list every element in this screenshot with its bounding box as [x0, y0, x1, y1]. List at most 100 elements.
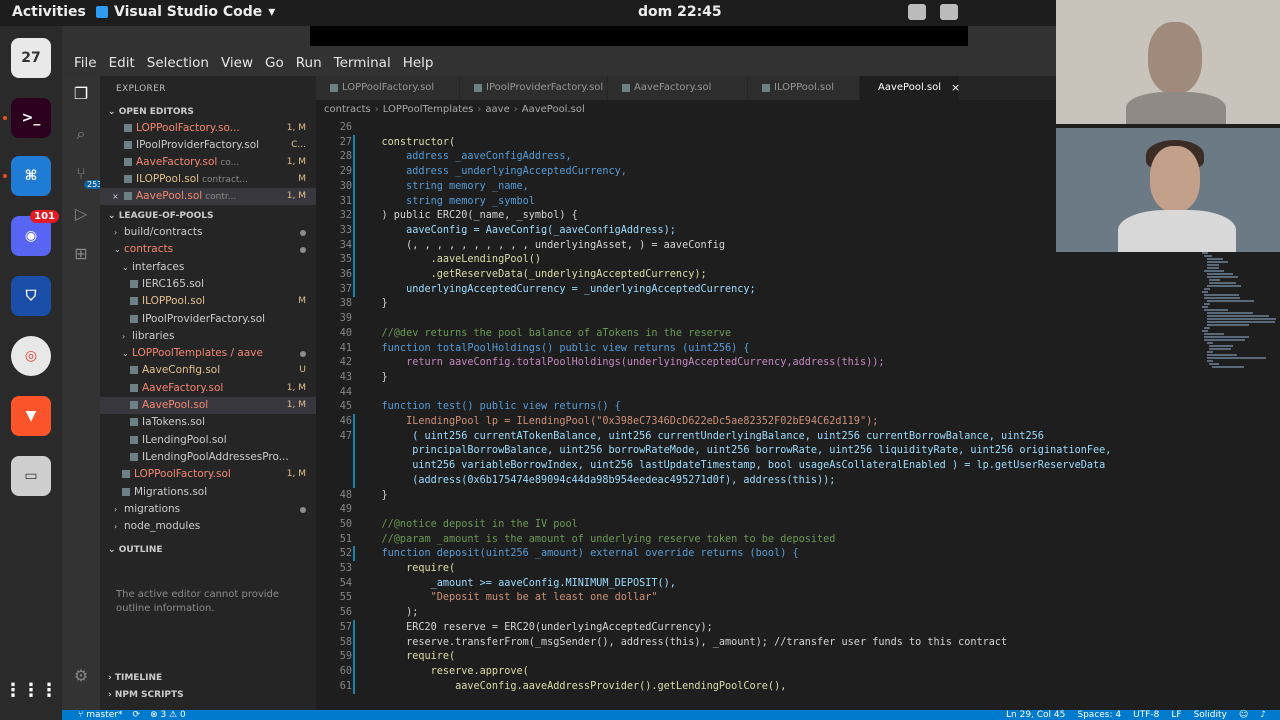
open-editor-item[interactable]: × AavePool.sol contr... 1, M: [100, 188, 316, 205]
breadcrumb-item[interactable]: AavePool.sol: [522, 104, 585, 115]
menu-view[interactable]: View: [215, 55, 259, 71]
discord-tray-icon[interactable]: [940, 4, 958, 20]
tree-item[interactable]: AaveFactory.sol 1, M: [100, 380, 316, 397]
line-number: 57: [339, 621, 352, 633]
breadcrumb-item[interactable]: LOPPoolTemplates: [383, 104, 474, 115]
sync-icon[interactable]: ⟳: [133, 710, 141, 720]
menu-go[interactable]: Go: [259, 55, 290, 71]
tree-item[interactable]: ⌄ LOPPoolTemplates / aave: [100, 345, 316, 362]
tree-item[interactable]: IERC165.sol: [100, 276, 316, 293]
system-tray[interactable]: [908, 4, 958, 20]
npm-scripts-header[interactable]: › NPM SCRIPTS: [100, 687, 316, 703]
problems-indicator[interactable]: ⊗ 3 ⚠ 0: [150, 710, 186, 720]
gear-icon[interactable]: ⚙: [71, 666, 91, 686]
run-debug-icon[interactable]: ▷: [71, 204, 91, 224]
open-editor-item[interactable]: LOPPoolFactory.so... 1, M: [100, 120, 316, 137]
minimap-line: [1204, 303, 1211, 305]
open-editor-path: contract...: [202, 175, 249, 185]
search-icon[interactable]: ⌕: [71, 124, 91, 144]
menu-help[interactable]: Help: [397, 55, 440, 71]
open-editor-item[interactable]: ILOPPool.sol contract... M: [100, 171, 316, 188]
chrome-icon[interactable]: ◎: [11, 336, 51, 376]
minimap-line: [1202, 252, 1208, 254]
modified-gutter-marker: [353, 208, 355, 224]
breadcrumb-item[interactable]: aave: [485, 104, 509, 115]
tree-item-name: ILOPPool.sol: [142, 295, 206, 308]
editor-tab[interactable]: AaveFactory.sol: [608, 76, 748, 100]
tree-item[interactable]: Migrations.sol: [100, 484, 316, 501]
git-branch[interactable]: ⑂ master*: [78, 710, 123, 720]
tree-item[interactable]: › libraries: [100, 328, 316, 345]
close-icon[interactable]: ×: [951, 76, 960, 100]
solidity-file-icon: [124, 158, 132, 166]
tree-item[interactable]: › build/contracts: [100, 224, 316, 241]
code-line: 58 reserve.transferFrom(_msgSender(), ad…: [316, 634, 1280, 650]
discord-icon[interactable]: ◉ 101: [11, 210, 59, 256]
outline-header[interactable]: ⌄ OUTLINE: [100, 542, 316, 558]
git-status: 1, M: [286, 469, 306, 480]
menu-run[interactable]: Run: [290, 55, 328, 71]
code-line: 44: [316, 385, 1280, 400]
editor-tab[interactable]: AavePool.sol ×: [860, 76, 960, 100]
end-of-line[interactable]: LF: [1171, 710, 1181, 720]
tree-item[interactable]: AaveConfig.sol U: [100, 362, 316, 379]
timeline-header[interactable]: › TIMELINE: [100, 670, 316, 686]
menu-bar: File Edit Selection View Go Run Terminal…: [62, 50, 1056, 76]
line-number: 48: [339, 489, 352, 501]
tree-item[interactable]: AavePool.sol 1, M: [100, 397, 316, 414]
brave-icon[interactable]: ▼: [11, 396, 51, 436]
project-header[interactable]: ⌄ LEAGUE-OF-POOLS: [100, 208, 316, 224]
code-line: 36 .getReserveData(_underlyingAcceptedCu…: [316, 267, 1280, 282]
tray-app-icon[interactable]: [908, 4, 926, 20]
dock: 27 >_ ⌘ ◉ 101 ⛉ ◎ ▼ ▭ ⋮⋮⋮: [0, 26, 62, 720]
line-number: 41: [339, 342, 352, 354]
tree-item[interactable]: ILOPPool.sol M: [100, 293, 316, 310]
tree-item[interactable]: › migrations: [100, 501, 316, 518]
clock[interactable]: dom 22:45: [638, 4, 722, 20]
editor-tab[interactable]: ILOPPool.sol: [748, 76, 860, 100]
archive-icon[interactable]: ▭: [11, 456, 51, 496]
indentation[interactable]: Spaces: 4: [1077, 710, 1121, 720]
vscode-dock-icon[interactable]: ⌘: [11, 156, 51, 196]
editor-tab[interactable]: LOPPoolFactory.sol: [316, 76, 460, 100]
menu-file[interactable]: File: [68, 55, 103, 71]
open-editor-item[interactable]: IPoolProviderFactory.sol C...: [100, 137, 316, 154]
terminal-icon[interactable]: >_: [11, 98, 51, 138]
breadcrumb-item[interactable]: contracts: [324, 104, 371, 115]
explorer-icon[interactable]: ❐: [71, 84, 91, 104]
extensions-icon[interactable]: ⊞: [71, 244, 91, 264]
code-line: 48 }: [316, 488, 1280, 503]
app-menu[interactable]: Visual Studio Code ▾: [96, 4, 275, 20]
activities-button[interactable]: Activities: [12, 4, 86, 20]
encoding[interactable]: UTF-8: [1133, 710, 1159, 720]
bell-icon[interactable]: ♪: [1260, 710, 1266, 720]
tab-label: LOPPoolFactory.sol: [342, 82, 435, 93]
solidity-file-icon: [130, 366, 138, 375]
tree-item[interactable]: ⌄ contracts: [100, 241, 316, 258]
bitwarden-icon[interactable]: ⛉: [11, 276, 51, 316]
calendar-icon[interactable]: 27: [11, 38, 51, 78]
app-grid-icon[interactable]: ⋮⋮⋮: [4, 670, 58, 710]
menu-selection[interactable]: Selection: [141, 55, 215, 71]
open-editor-item[interactable]: AaveFactory.sol co... 1, M: [100, 154, 316, 171]
tree-item[interactable]: ILendingPool.sol: [100, 432, 316, 449]
chevron-right-icon: ›: [122, 331, 126, 341]
editor-tab[interactable]: IPoolProviderFactory.sol: [460, 76, 608, 100]
line-number: 37: [339, 283, 352, 295]
tree-item[interactable]: IaTokens.sol: [100, 414, 316, 431]
cursor-position[interactable]: Ln 29, Col 45: [1006, 710, 1065, 720]
tree-item[interactable]: IPoolProviderFactory.sol: [100, 311, 316, 328]
open-editors-header[interactable]: ⌄ OPEN EDITORS: [100, 104, 316, 120]
feedback-icon[interactable]: ☺: [1239, 710, 1248, 720]
tree-item[interactable]: LOPPoolFactory.sol 1, M: [100, 466, 316, 483]
close-icon[interactable]: ×: [112, 188, 124, 205]
tree-item[interactable]: ILendingPoolAddressesPro...: [100, 449, 316, 466]
tree-item[interactable]: ⌄ interfaces: [100, 259, 316, 276]
npm-scripts-title: NPM SCRIPTS: [114, 690, 184, 700]
menu-edit[interactable]: Edit: [103, 55, 141, 71]
minimap-line: [1204, 255, 1212, 257]
code-text: ( uint256 currentATokenBalance, uint256 …: [357, 430, 1044, 442]
tree-item[interactable]: › node_modules: [100, 518, 316, 535]
language-mode[interactable]: Solidity: [1194, 710, 1227, 720]
menu-terminal[interactable]: Terminal: [328, 55, 397, 71]
